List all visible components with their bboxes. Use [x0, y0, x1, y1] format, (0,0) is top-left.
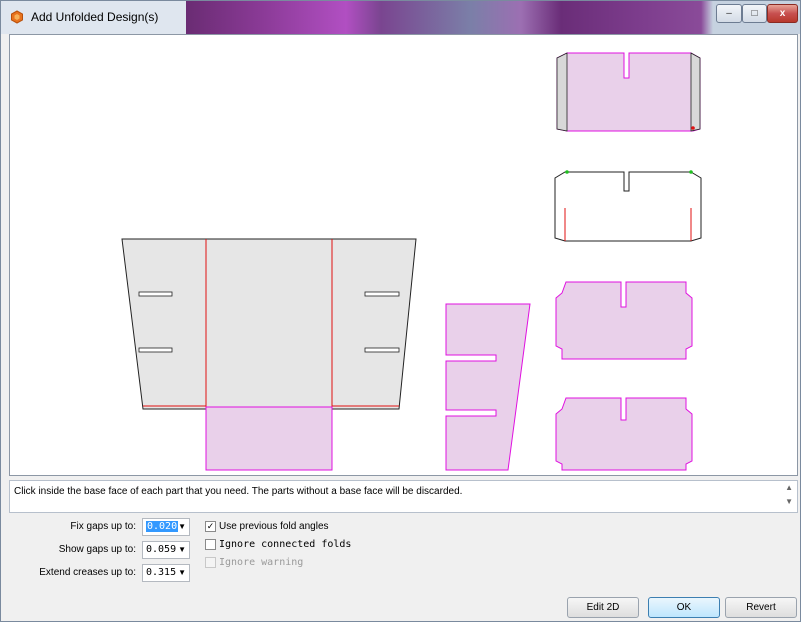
window-title: Add Unfolded Design(s)	[31, 10, 159, 24]
part-main-box[interactable]	[121, 238, 417, 471]
part-lid-outline[interactable]	[554, 170, 702, 242]
edit-2d-button[interactable]: Edit 2D	[567, 597, 639, 618]
use-previous-fold-angles-checkbox[interactable]: ✓	[205, 521, 216, 532]
design-canvas[interactable]	[9, 34, 798, 476]
show-gaps-label: Show gaps up to:	[58, 544, 136, 555]
dialog-window: Add Unfolded Design(s) – □ x Click insid…	[0, 0, 801, 622]
instruction-message: Click inside the base face of each part …	[14, 486, 463, 497]
fix-gaps-label: Fix gaps up to:	[70, 521, 136, 532]
maximize-button[interactable]: □	[742, 4, 767, 23]
fix-gaps-select[interactable]: 0.020 ▼	[142, 518, 190, 536]
part-lid-top[interactable]	[556, 52, 701, 132]
part-side-strip[interactable]	[445, 303, 531, 471]
extend-creases-value: 0.315	[146, 567, 177, 578]
chevron-down-icon: ▼	[178, 522, 186, 531]
minimize-button[interactable]: –	[716, 4, 742, 23]
close-button[interactable]: x	[767, 4, 798, 23]
show-gaps-select[interactable]: 0.059 ▼	[142, 541, 190, 559]
ignore-connected-folds-checkbox[interactable]	[205, 539, 216, 550]
ignore-warning-label: Ignore warning	[219, 557, 304, 568]
unfolded-parts-drawing[interactable]	[10, 35, 797, 475]
extend-creases-select[interactable]: 0.315 ▼	[142, 564, 190, 582]
show-gaps-value: 0.059	[146, 544, 177, 555]
ignore-warning-checkbox	[205, 557, 216, 568]
minimize-icon: –	[726, 8, 732, 19]
extend-creases-label: Extend creases up to:	[39, 567, 136, 578]
close-icon: x	[779, 8, 786, 19]
ignore-connected-folds-label: Ignore connected folds	[219, 539, 352, 550]
ok-button[interactable]: OK	[648, 597, 720, 618]
checkmark-icon: ✓	[206, 521, 215, 531]
fix-gaps-value: 0.020	[146, 521, 179, 532]
use-previous-fold-angles-label: Use previous fold angles	[219, 521, 329, 532]
revert-button[interactable]: Revert	[725, 597, 797, 618]
chevron-down-icon: ▼	[178, 545, 186, 554]
part-flap-bottom[interactable]	[555, 397, 693, 471]
chevron-down-icon: ▼	[178, 568, 186, 577]
part-flap-middle[interactable]	[555, 281, 693, 360]
scroll-down-icon[interactable]: ▼	[785, 497, 793, 506]
maximize-icon: □	[751, 8, 758, 19]
message-box: Click inside the base face of each part …	[9, 480, 798, 513]
title-bar[interactable]: Add Unfolded Design(s) – □ x	[1, 1, 800, 34]
scroll-up-icon[interactable]: ▲	[785, 483, 793, 492]
app-icon	[11, 10, 23, 24]
